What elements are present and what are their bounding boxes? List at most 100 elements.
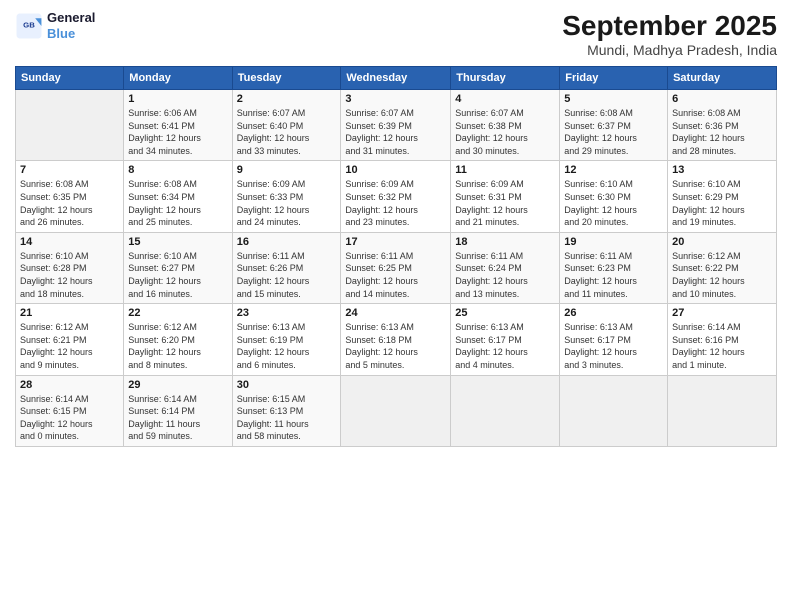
calendar-cell: 29 Sunrise: 6:14 AM Sunset: 6:14 PM Dayli… xyxy=(124,375,232,446)
day-number: 29 xyxy=(128,379,227,391)
calendar-cell: 30Sunrise: 6:15 AM Sunset: 6:13 PM Dayli… xyxy=(232,375,341,446)
day-info: Sunrise: 6:11 AM Sunset: 6:23 PM Dayligh… xyxy=(564,250,663,300)
day-info: Sunrise: 6:13 AM Sunset: 6:17 PM Dayligh… xyxy=(455,321,555,371)
day-number: 25 xyxy=(455,307,555,319)
calendar-cell: 10Sunrise: 6:09 AM Sunset: 6:32 PM Dayli… xyxy=(341,161,451,232)
calendar-cell: 7 Sunrise: 6:08 AM Sunset: 6:35 PM Daylig… xyxy=(16,161,124,232)
days-header-row: SundayMondayTuesdayWednesdayThursdayFrid… xyxy=(16,67,777,90)
day-info: Sunrise: 6:07 AM Sunset: 6:39 PM Dayligh… xyxy=(345,107,446,157)
week-row-5: 28 Sunrise: 6:14 AM Sunset: 6:15 PM Dayli… xyxy=(16,375,777,446)
calendar-cell: 25 Sunrise: 6:13 AM Sunset: 6:17 PM Dayli… xyxy=(451,304,560,375)
day-info: Sunrise: 6:14 AM Sunset: 6:16 PM Dayligh… xyxy=(672,321,772,371)
calendar-cell xyxy=(16,90,124,161)
day-number: 24 xyxy=(345,307,446,319)
calendar-cell: 17Sunrise: 6:11 AM Sunset: 6:25 PM Dayli… xyxy=(341,232,451,303)
day-info: Sunrise: 6:12 AM Sunset: 6:20 PM Dayligh… xyxy=(128,321,227,371)
day-info: Sunrise: 6:14 AM Sunset: 6:14 PM Dayligh… xyxy=(128,393,227,443)
page-container: GB General Blue September 2025 Mundi, Ma… xyxy=(0,0,792,612)
day-number: 13 xyxy=(672,164,772,176)
calendar-cell: 18Sunrise: 6:11 AM Sunset: 6:24 PM Dayli… xyxy=(451,232,560,303)
day-info: Sunrise: 6:13 AM Sunset: 6:18 PM Dayligh… xyxy=(345,321,446,371)
day-number: 14 xyxy=(20,236,119,248)
month-title: September 2025 xyxy=(562,10,777,42)
day-number: 20 xyxy=(672,236,772,248)
day-info: Sunrise: 6:10 AM Sunset: 6:27 PM Dayligh… xyxy=(128,250,227,300)
calendar-cell: 12 Sunrise: 6:10 AM Sunset: 6:30 PM Dayli… xyxy=(560,161,668,232)
day-number: 4 xyxy=(455,93,555,105)
week-row-4: 21 Sunrise: 6:12 AM Sunset: 6:21 PM Dayli… xyxy=(16,304,777,375)
day-info: Sunrise: 6:09 AM Sunset: 6:32 PM Dayligh… xyxy=(345,178,446,228)
page-header: GB General Blue September 2025 Mundi, Ma… xyxy=(15,10,777,58)
day-header-sunday: Sunday xyxy=(16,67,124,90)
day-number: 5 xyxy=(564,93,663,105)
calendar-cell xyxy=(668,375,777,446)
calendar-cell: 14 Sunrise: 6:10 AM Sunset: 6:28 PM Dayli… xyxy=(16,232,124,303)
day-info: Sunrise: 6:06 AM Sunset: 6:41 PM Dayligh… xyxy=(128,107,227,157)
svg-text:GB: GB xyxy=(23,20,35,29)
day-header-thursday: Thursday xyxy=(451,67,560,90)
calendar-cell: 21 Sunrise: 6:12 AM Sunset: 6:21 PM Dayli… xyxy=(16,304,124,375)
day-number: 2 xyxy=(237,93,337,105)
day-header-monday: Monday xyxy=(124,67,232,90)
calendar-cell: 1 Sunrise: 6:06 AM Sunset: 6:41 PM Daylig… xyxy=(124,90,232,161)
day-header-saturday: Saturday xyxy=(668,67,777,90)
calendar-table: SundayMondayTuesdayWednesdayThursdayFrid… xyxy=(15,66,777,447)
calendar-cell: 6 Sunrise: 6:08 AM Sunset: 6:36 PM Daylig… xyxy=(668,90,777,161)
subtitle: Mundi, Madhya Pradesh, India xyxy=(562,42,777,58)
day-number: 12 xyxy=(564,164,663,176)
calendar-cell: 5 Sunrise: 6:08 AM Sunset: 6:37 PM Daylig… xyxy=(560,90,668,161)
calendar-cell: 22Sunrise: 6:12 AM Sunset: 6:20 PM Dayli… xyxy=(124,304,232,375)
week-row-1: 1 Sunrise: 6:06 AM Sunset: 6:41 PM Daylig… xyxy=(16,90,777,161)
day-number: 21 xyxy=(20,307,119,319)
day-number: 15 xyxy=(128,236,227,248)
day-header-friday: Friday xyxy=(560,67,668,90)
logo-text: General Blue xyxy=(47,10,95,41)
day-number: 17 xyxy=(345,236,446,248)
title-block: September 2025 Mundi, Madhya Pradesh, In… xyxy=(562,10,777,58)
calendar-cell: 26Sunrise: 6:13 AM Sunset: 6:17 PM Dayli… xyxy=(560,304,668,375)
day-info: Sunrise: 6:11 AM Sunset: 6:26 PM Dayligh… xyxy=(237,250,337,300)
day-info: Sunrise: 6:10 AM Sunset: 6:28 PM Dayligh… xyxy=(20,250,119,300)
day-info: Sunrise: 6:12 AM Sunset: 6:22 PM Dayligh… xyxy=(672,250,772,300)
calendar-cell xyxy=(560,375,668,446)
day-info: Sunrise: 6:08 AM Sunset: 6:35 PM Dayligh… xyxy=(20,178,119,228)
logo: GB General Blue xyxy=(15,10,95,41)
day-number: 28 xyxy=(20,379,119,391)
day-info: Sunrise: 6:08 AM Sunset: 6:37 PM Dayligh… xyxy=(564,107,663,157)
day-number: 16 xyxy=(237,236,337,248)
day-info: Sunrise: 6:09 AM Sunset: 6:33 PM Dayligh… xyxy=(237,178,337,228)
day-info: Sunrise: 6:14 AM Sunset: 6:15 PM Dayligh… xyxy=(20,393,119,443)
day-info: Sunrise: 6:12 AM Sunset: 6:21 PM Dayligh… xyxy=(20,321,119,371)
day-info: Sunrise: 6:07 AM Sunset: 6:38 PM Dayligh… xyxy=(455,107,555,157)
day-number: 9 xyxy=(237,164,337,176)
calendar-cell: 16 Sunrise: 6:11 AM Sunset: 6:26 PM Dayli… xyxy=(232,232,341,303)
day-info: Sunrise: 6:09 AM Sunset: 6:31 PM Dayligh… xyxy=(455,178,555,228)
day-info: Sunrise: 6:08 AM Sunset: 6:36 PM Dayligh… xyxy=(672,107,772,157)
day-info: Sunrise: 6:10 AM Sunset: 6:30 PM Dayligh… xyxy=(564,178,663,228)
day-number: 7 xyxy=(20,164,119,176)
day-number: 19 xyxy=(564,236,663,248)
calendar-cell: 20 Sunrise: 6:12 AM Sunset: 6:22 PM Dayli… xyxy=(668,232,777,303)
calendar-cell xyxy=(341,375,451,446)
calendar-cell: 24 Sunrise: 6:13 AM Sunset: 6:18 PM Dayli… xyxy=(341,304,451,375)
day-info: Sunrise: 6:08 AM Sunset: 6:34 PM Dayligh… xyxy=(128,178,227,228)
week-row-2: 7 Sunrise: 6:08 AM Sunset: 6:35 PM Daylig… xyxy=(16,161,777,232)
calendar-cell xyxy=(451,375,560,446)
logo-icon: GB xyxy=(15,12,43,40)
calendar-cell: 28 Sunrise: 6:14 AM Sunset: 6:15 PM Dayli… xyxy=(16,375,124,446)
calendar-cell: 4 Sunrise: 6:07 AM Sunset: 6:38 PM Daylig… xyxy=(451,90,560,161)
day-number: 6 xyxy=(672,93,772,105)
calendar-cell: 23Sunrise: 6:13 AM Sunset: 6:19 PM Dayli… xyxy=(232,304,341,375)
day-info: Sunrise: 6:13 AM Sunset: 6:19 PM Dayligh… xyxy=(237,321,337,371)
day-number: 30 xyxy=(237,379,337,391)
day-number: 18 xyxy=(455,236,555,248)
calendar-cell: 11 Sunrise: 6:09 AM Sunset: 6:31 PM Dayli… xyxy=(451,161,560,232)
day-number: 1 xyxy=(128,93,227,105)
day-number: 27 xyxy=(672,307,772,319)
calendar-cell: 8Sunrise: 6:08 AM Sunset: 6:34 PM Daylig… xyxy=(124,161,232,232)
calendar-cell: 9 Sunrise: 6:09 AM Sunset: 6:33 PM Daylig… xyxy=(232,161,341,232)
day-info: Sunrise: 6:13 AM Sunset: 6:17 PM Dayligh… xyxy=(564,321,663,371)
calendar-cell: 27 Sunrise: 6:14 AM Sunset: 6:16 PM Dayli… xyxy=(668,304,777,375)
calendar-cell: 15 Sunrise: 6:10 AM Sunset: 6:27 PM Dayli… xyxy=(124,232,232,303)
day-number: 11 xyxy=(455,164,555,176)
